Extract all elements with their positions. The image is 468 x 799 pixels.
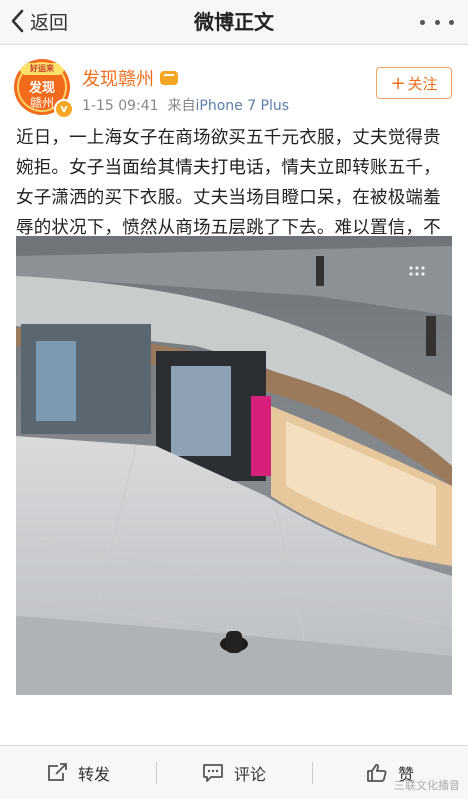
thumbs-up-icon bbox=[367, 763, 387, 782]
post-time: 1-15 09:41 bbox=[82, 98, 159, 114]
author-name-row[interactable]: 发现赣州 bbox=[82, 65, 178, 91]
follow-button[interactable]: + 关注 bbox=[376, 67, 452, 99]
author-name[interactable]: 发现赣州 bbox=[82, 65, 154, 91]
comment-label: 评论 bbox=[233, 764, 266, 784]
plus-icon: + bbox=[390, 72, 406, 94]
post-video-thumbnail[interactable] bbox=[16, 236, 452, 695]
follow-label: 关注 bbox=[407, 74, 438, 93]
source-prefix: 来自 bbox=[167, 98, 196, 114]
post-source[interactable]: iPhone 7 Plus bbox=[195, 98, 289, 114]
repost-icon bbox=[48, 762, 67, 781]
repost-label: 转发 bbox=[77, 764, 110, 784]
more-icon[interactable] bbox=[420, 8, 454, 36]
page-title: 微博正文 bbox=[194, 10, 274, 34]
comment-icon bbox=[203, 763, 223, 782]
watermark: 三联文化播音 bbox=[394, 779, 460, 792]
member-crown-icon bbox=[160, 71, 178, 85]
comment-button[interactable]: 评论 bbox=[156, 746, 312, 799]
post-meta: 1-15 09:41 来自iPhone 7 Plus bbox=[82, 95, 289, 115]
verified-icon: v bbox=[54, 99, 74, 119]
mall-scene-image bbox=[16, 236, 452, 695]
action-bar: 转发 评论 赞 三联文化播音 bbox=[0, 745, 468, 799]
repost-button[interactable]: 转发 bbox=[0, 746, 156, 799]
avatar-badge: 好运来 bbox=[20, 63, 64, 75]
nav-bar: 返回 微博正文 bbox=[0, 0, 468, 45]
